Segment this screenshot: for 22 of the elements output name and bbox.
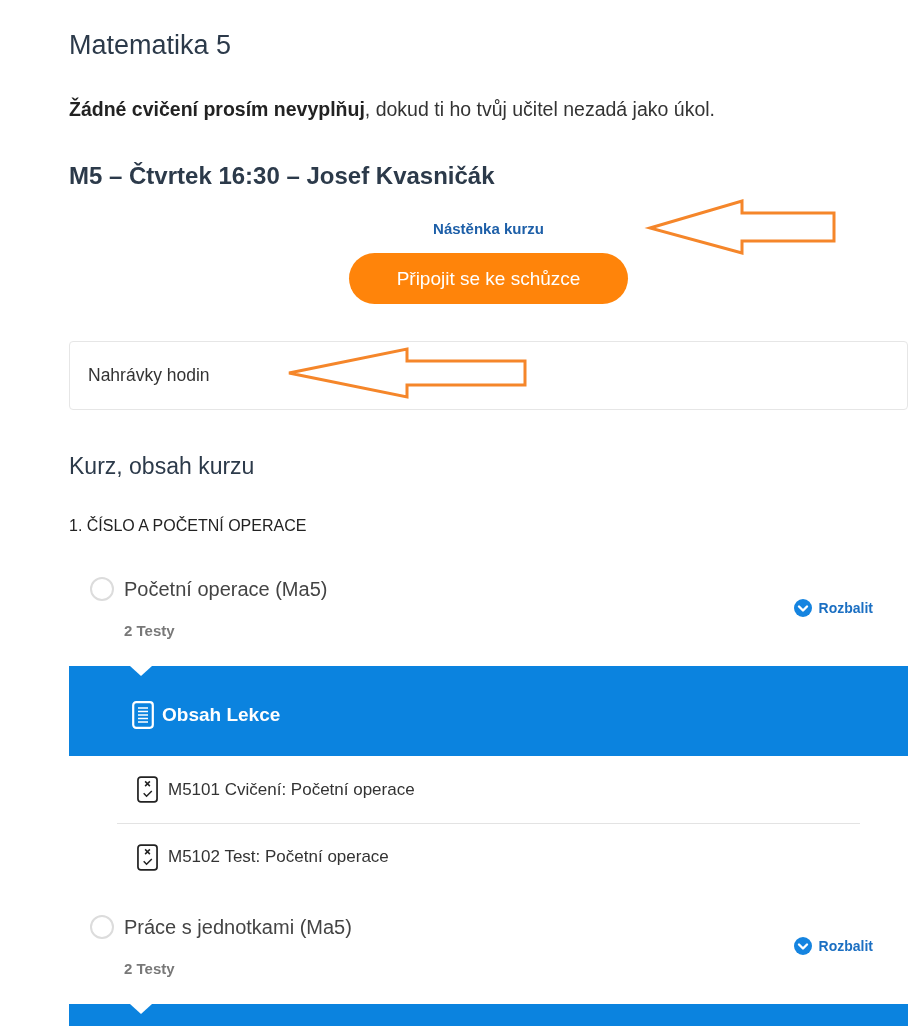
notice-text: Žádné cvičení prosím nevyplňuj, dokud ti ho tvůj učitel nezadá jako úkol. (69, 96, 716, 122)
expand-toggle[interactable]: Rozbalit (793, 599, 873, 617)
class-heading: M5 – Čtvrtek 16:30 – Josef Kvasničák (69, 161, 496, 191)
lesson-item-link[interactable]: M5101 Cvičení: Početní operace (168, 779, 415, 800)
recordings-label: Nahrávky hodin (88, 365, 210, 386)
panel-notch (130, 1004, 152, 1014)
course-board-link[interactable]: Nástěnka kurzu (433, 219, 544, 239)
panel-notch (130, 666, 152, 676)
chapter-heading: 1. ČÍSLO A POČETNÍ OPERACE (69, 516, 308, 536)
expand-toggle[interactable]: Rozbalit (793, 937, 873, 955)
checklist-icon (137, 776, 158, 803)
page-title: Matematika 5 (69, 30, 233, 60)
lesson-test-count: 2 Testy (124, 959, 176, 979)
lesson-item-link[interactable]: M5102 Test: Početní operace (168, 847, 389, 867)
panel-title: Obsah Lekce (162, 704, 281, 726)
document-icon (132, 701, 154, 729)
lesson-title[interactable]: Práce s jednotkami (Ma5) (124, 915, 352, 939)
section-heading: Kurz, obsah kurzu (69, 452, 256, 480)
checklist-icon (137, 843, 158, 871)
lesson-test-count: 2 Testy (124, 621, 176, 641)
recordings-card[interactable]: Nahrávky hodin (69, 341, 908, 410)
lesson-title[interactable]: Početní operace (Ma5) (124, 577, 328, 601)
